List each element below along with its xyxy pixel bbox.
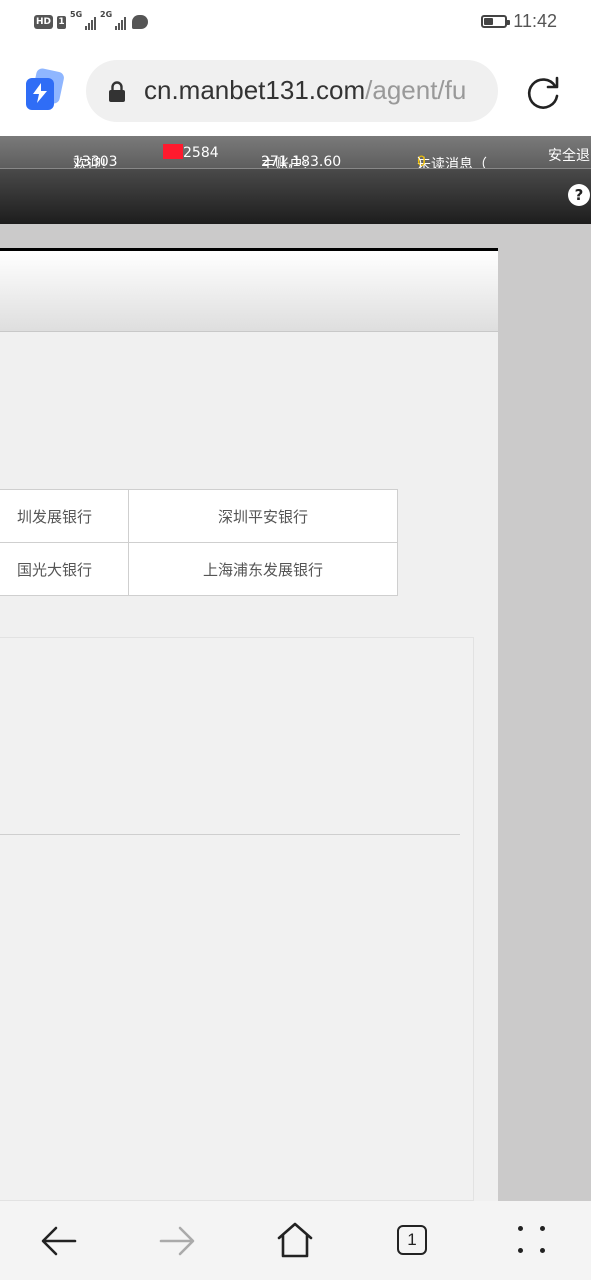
clock: 11:42 xyxy=(513,11,557,31)
url-host: cn.manbet131.com xyxy=(144,75,366,105)
address-bar[interactable]: cn.manbet131.com/agent/fu xyxy=(86,60,498,122)
tabs-icon[interactable]: 1 xyxy=(397,1225,427,1255)
account-info-bar: 欢迎! 13303 2584 主账户: 271,183.60 未读消息（ 0） 安… xyxy=(0,136,591,173)
network-type-label: 5G xyxy=(70,10,83,19)
help-icon[interactable]: ? xyxy=(568,184,590,206)
back-arrow-icon[interactable] xyxy=(40,1224,78,1258)
bank-option[interactable]: 上海浦东发展银行 xyxy=(128,542,398,596)
panel-header xyxy=(0,251,498,332)
table-row: 国光大银行 上海浦东发展银行 xyxy=(0,542,398,596)
bank-option[interactable]: 深圳平安银行 xyxy=(128,489,398,543)
battery-icon xyxy=(481,15,511,28)
bolt-icon[interactable] xyxy=(26,67,66,112)
menu-dots-icon[interactable] xyxy=(518,1226,546,1254)
site-nav-bar xyxy=(0,168,591,224)
bank-option[interactable]: 圳发展银行 xyxy=(0,489,129,543)
signal-icon: 5G xyxy=(70,10,97,32)
logout-link[interactable]: 安全退 xyxy=(548,145,590,165)
network-type-label: 2G xyxy=(100,10,113,19)
redaction-mark xyxy=(163,144,183,159)
bank-table: 圳发展银行 深圳平安银行 国光大银行 上海浦东发展银行 xyxy=(0,489,398,596)
url-path: /agent/fu xyxy=(365,75,467,105)
browser-toolbar: cn.manbet131.com/agent/fu xyxy=(0,44,591,136)
sim-badge: 1 xyxy=(57,15,67,29)
divider xyxy=(0,834,460,835)
status-bar: HD 1 5G 2G 11:42 xyxy=(0,0,591,44)
username-suffix: 2584 xyxy=(183,145,219,161)
form-panel xyxy=(0,637,474,1201)
hd-badge: HD xyxy=(34,15,54,29)
message-icon xyxy=(132,15,149,29)
home-icon[interactable] xyxy=(276,1221,314,1259)
forward-arrow-icon[interactable] xyxy=(158,1224,196,1258)
url-text: cn.manbet131.com/agent/fu xyxy=(144,75,466,106)
status-icons-right: 11:42 xyxy=(481,11,557,32)
reload-icon[interactable] xyxy=(524,72,564,112)
signal-icon: 2G xyxy=(100,10,127,32)
table-row: 圳发展银行 深圳平安银行 xyxy=(0,489,398,543)
bank-option[interactable]: 国光大银行 xyxy=(0,542,129,596)
status-icons-left: HD 1 5G 2G xyxy=(34,10,149,32)
lock-icon xyxy=(109,81,125,102)
